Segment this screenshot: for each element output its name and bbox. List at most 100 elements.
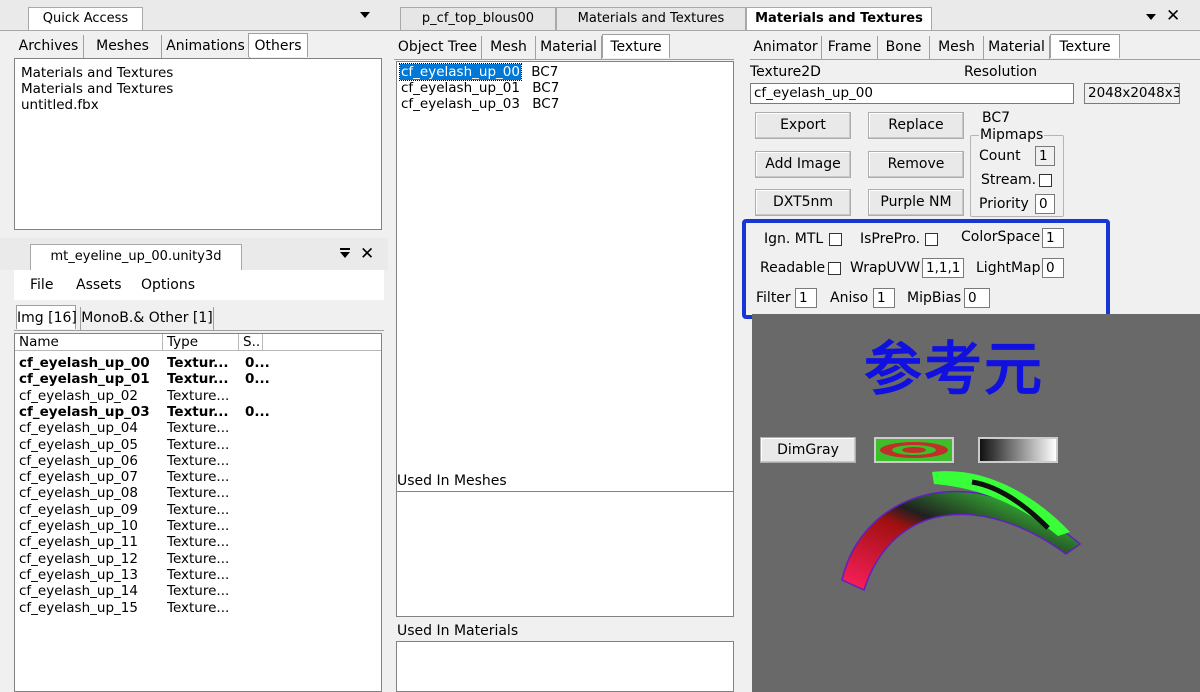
- stream-checkbox[interactable]: [1039, 174, 1052, 187]
- menu-assets[interactable]: Assets: [76, 277, 122, 293]
- texture2d-label: Texture2D: [750, 64, 821, 80]
- doc-dropdown-icon[interactable]: [1146, 14, 1156, 20]
- remove-button[interactable]: Remove: [868, 151, 964, 178]
- priority-field[interactable]: 0: [1035, 194, 1055, 214]
- wrap-uvw-field[interactable]: 1,1,1: [922, 258, 964, 278]
- menu-options[interactable]: Options: [141, 277, 195, 293]
- cell-name: cf_eyelash_up_02: [19, 387, 138, 404]
- used-in-materials-list[interactable]: [396, 641, 734, 692]
- tab-archives[interactable]: Archives: [14, 35, 84, 58]
- mip-bias-label: MipBias: [907, 290, 962, 306]
- cell-name: cf_eyelash_up_05: [19, 436, 138, 453]
- table-row[interactable]: cf_eyelash_up_09 Texture...: [15, 502, 375, 518]
- asset-panel-header: mt_eyeline_up_00.unity3d ✕: [0, 238, 388, 270]
- dxt5nm-button[interactable]: DXT5nm: [755, 189, 851, 216]
- texture-item-selected[interactable]: cf_eyelash_up_00 BC7: [399, 63, 558, 81]
- tab-others[interactable]: Others: [248, 33, 308, 57]
- texture-name: cf_eyelash_up_03: [401, 96, 520, 112]
- tab-material[interactable]: Material: [984, 36, 1050, 59]
- texture-list[interactable]: cf_eyelash_up_00 BC7 cf_eyelash_up_01 BC…: [396, 61, 734, 497]
- texture-list-panel: Object Tree Mesh Material Texture cf_eye…: [388, 31, 740, 692]
- purple-nm-button[interactable]: Purple NM: [868, 189, 964, 216]
- aniso-field[interactable]: 1: [873, 288, 895, 308]
- alpha-channel-swatch[interactable]: [978, 437, 1058, 463]
- background-color-button[interactable]: DimGray: [760, 437, 856, 463]
- eyelash-texture-image: [841, 471, 1082, 592]
- list-item[interactable]: Materials and Textures: [21, 81, 173, 97]
- table-row[interactable]: cf_eyelash_up_05 Texture...: [15, 437, 375, 453]
- cell-type: Texture...: [167, 583, 230, 600]
- tab-texture[interactable]: Texture: [1050, 34, 1120, 58]
- table-row[interactable]: cf_eyelash_up_07 Texture...: [15, 469, 375, 485]
- texture-name: cf_eyelash_up_01: [401, 80, 520, 96]
- used-in-meshes-list[interactable]: [396, 491, 734, 617]
- filter-field[interactable]: 1: [795, 288, 817, 308]
- cell-name: cf_eyelash_up_08: [19, 485, 138, 502]
- tab-monob-other[interactable]: MonoB.& Other [1]: [80, 307, 214, 330]
- quick-access-tab[interactable]: Quick Access: [28, 7, 143, 30]
- add-image-button[interactable]: Add Image: [755, 151, 851, 178]
- asset-list[interactable]: Name Type S.. cf_eyelash_up_00 Textur... 0…: [14, 333, 382, 692]
- tab-animations[interactable]: Animations: [162, 35, 250, 58]
- doc-tab-materials-textures-1[interactable]: Materials and Textures: [556, 7, 746, 30]
- wrap-uvw-label: WrapUVW: [850, 260, 921, 276]
- doc-tab-p-cf-top-blous00[interactable]: p_cf_top_blous00: [400, 7, 556, 30]
- column-name[interactable]: Name: [15, 334, 163, 351]
- tab-object-tree[interactable]: Object Tree: [394, 36, 482, 59]
- tab-bone[interactable]: Bone: [878, 36, 930, 59]
- is-pre-pro-label: IsPrePro.: [860, 231, 921, 247]
- table-row[interactable]: cf_eyelash_up_12 Texture...: [15, 551, 375, 567]
- preview-caption: 参考元: [864, 335, 1045, 403]
- light-map-field[interactable]: 0: [1042, 258, 1064, 278]
- tab-texture[interactable]: Texture: [602, 34, 670, 58]
- tab-frame[interactable]: Frame: [822, 36, 878, 59]
- pin-bar-icon: [340, 248, 350, 250]
- table-row[interactable]: cf_eyelash_up_13 Texture...: [15, 567, 375, 583]
- table-row[interactable]: cf_eyelash_up_03 Textur... 0...: [15, 404, 375, 420]
- color-space-field[interactable]: 1: [1042, 228, 1064, 248]
- tab-img[interactable]: Img [16]: [16, 305, 77, 329]
- cell-type: Texture...: [167, 485, 230, 502]
- texture-preview[interactable]: 参考元 DimGray: [752, 314, 1200, 692]
- column-type[interactable]: Type: [163, 334, 239, 351]
- texture-name-field[interactable]: cf_eyelash_up_00: [750, 83, 1074, 104]
- table-row[interactable]: cf_eyelash_up_02 Texture...: [15, 388, 375, 404]
- caret-down-icon[interactable]: [360, 12, 370, 18]
- tab-material[interactable]: Material: [536, 36, 602, 59]
- close-icon[interactable]: ✕: [360, 244, 374, 264]
- mip-bias-field[interactable]: 0: [964, 288, 990, 308]
- table-row[interactable]: cf_eyelash_up_11 Texture...: [15, 534, 375, 550]
- is-pre-pro-checkbox[interactable]: [925, 233, 938, 246]
- tab-animator[interactable]: Animator: [750, 36, 822, 59]
- doc-tab-materials-textures-2[interactable]: Materials and Textures: [746, 7, 932, 30]
- cell-type: Textur...: [167, 355, 229, 371]
- replace-button[interactable]: Replace: [868, 112, 964, 139]
- table-row[interactable]: cf_eyelash_up_14 Texture...: [15, 583, 375, 599]
- menu-file[interactable]: File: [30, 277, 53, 293]
- asset-file-tab[interactable]: mt_eyeline_up_00.unity3d: [30, 244, 242, 270]
- cell-type: Texture...: [167, 518, 230, 534]
- quick-access-panel: Quick Access Archives Meshes Animations …: [0, 0, 388, 238]
- column-size[interactable]: S..: [239, 334, 263, 351]
- table-row[interactable]: cf_eyelash_up_00 Textur... 0...: [15, 355, 375, 371]
- table-row[interactable]: cf_eyelash_up_06 Texture...: [15, 453, 375, 469]
- tab-mesh[interactable]: Mesh: [930, 36, 984, 59]
- table-row[interactable]: cf_eyelash_up_10 Texture...: [15, 518, 375, 534]
- tab-mesh[interactable]: Mesh: [482, 36, 536, 59]
- readable-checkbox[interactable]: [828, 262, 841, 275]
- texture-item[interactable]: cf_eyelash_up_03 BC7: [401, 96, 559, 112]
- doc-close-icon[interactable]: ✕: [1166, 6, 1180, 26]
- list-item[interactable]: Materials and Textures: [21, 65, 173, 81]
- tab-meshes[interactable]: Meshes: [84, 35, 162, 58]
- color-channel-swatch[interactable]: [874, 437, 954, 463]
- texture-item[interactable]: cf_eyelash_up_01 BC7: [401, 80, 559, 96]
- export-button[interactable]: Export: [755, 112, 851, 139]
- list-item[interactable]: untitled.fbx: [21, 97, 99, 113]
- table-row[interactable]: cf_eyelash_up_01 Textur... 0...: [15, 371, 375, 387]
- table-row[interactable]: cf_eyelash_up_15 Texture...: [15, 600, 375, 616]
- table-row[interactable]: cf_eyelash_up_08 Texture...: [15, 485, 375, 501]
- quick-access-list[interactable]: Materials and Textures Materials and Tex…: [14, 58, 382, 230]
- pin-dropdown-icon[interactable]: [340, 252, 350, 258]
- table-row[interactable]: cf_eyelash_up_04 Texture...: [15, 420, 375, 436]
- ign-mtl-checkbox[interactable]: [829, 233, 842, 246]
